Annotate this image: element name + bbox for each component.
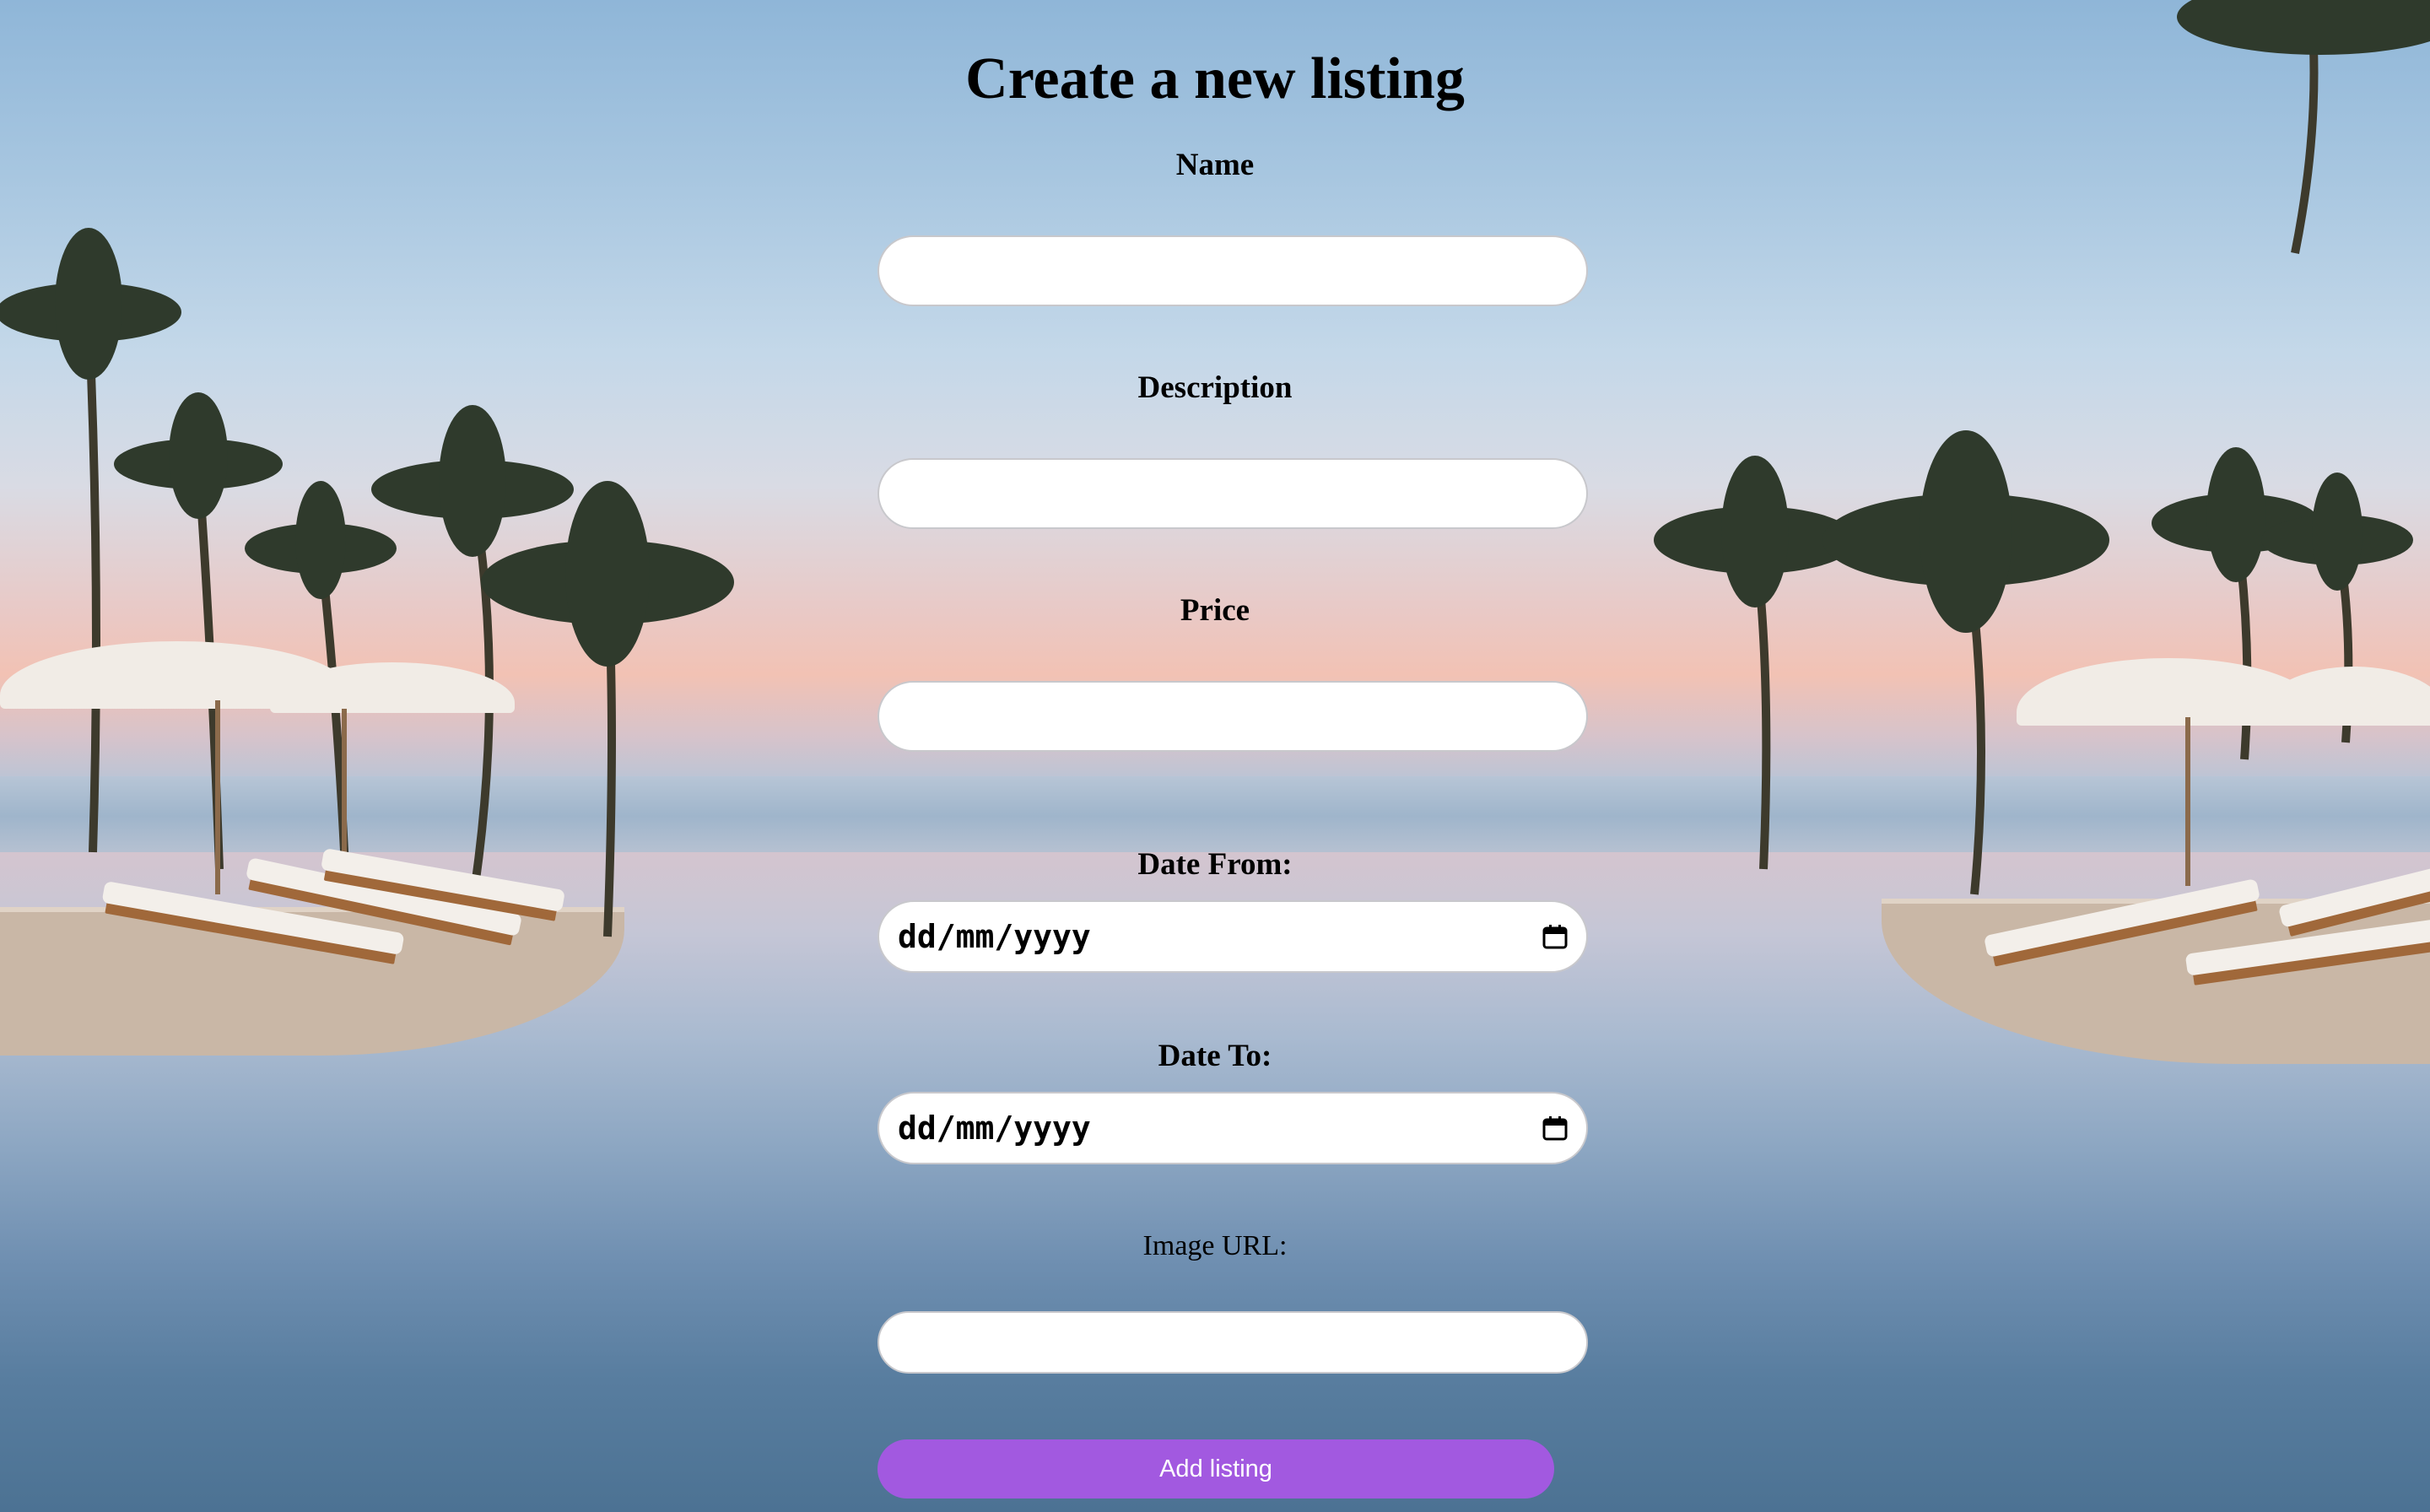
date-from-label: Date From: bbox=[1137, 847, 1293, 882]
calendar-icon[interactable] bbox=[1542, 1115, 1568, 1141]
date-from-input[interactable]: dd/mm/yyyy bbox=[878, 900, 1588, 973]
description-input[interactable] bbox=[878, 458, 1588, 529]
date-to-value: dd/mm/yyyy bbox=[898, 1110, 1091, 1147]
name-input[interactable] bbox=[878, 235, 1588, 306]
image-url-input[interactable] bbox=[878, 1311, 1588, 1374]
date-to-label: Date To: bbox=[1158, 1039, 1272, 1073]
image-url-label: Image URL: bbox=[1142, 1230, 1288, 1261]
description-label: Description bbox=[1137, 370, 1293, 405]
price-label: Price bbox=[1180, 593, 1250, 628]
umbrella-pole bbox=[2185, 717, 2190, 886]
date-to-input[interactable]: dd/mm/yyyy bbox=[878, 1092, 1588, 1164]
name-label: Name bbox=[1175, 148, 1255, 182]
page-title: Create a new listing bbox=[965, 46, 1465, 111]
calendar-icon[interactable] bbox=[1542, 924, 1568, 949]
umbrella-pole bbox=[215, 700, 220, 894]
palm-trees-right bbox=[1654, 0, 2430, 895]
add-listing-button[interactable]: Add listing bbox=[878, 1439, 1554, 1498]
price-input[interactable] bbox=[878, 681, 1588, 752]
palm-trees-left bbox=[0, 228, 734, 937]
background-image bbox=[0, 0, 2430, 1512]
date-from-value: dd/mm/yyyy bbox=[898, 918, 1091, 955]
